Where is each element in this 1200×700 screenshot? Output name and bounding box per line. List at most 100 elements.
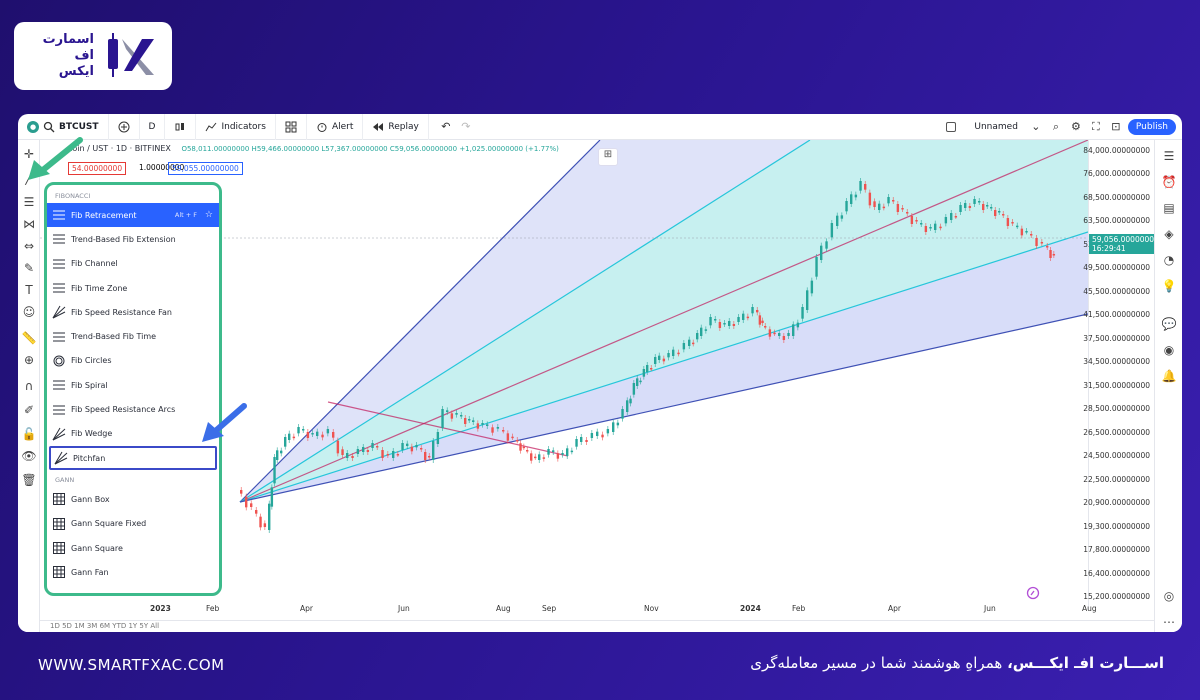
price-tick-label: 15,200.00000000 [1083,592,1150,601]
hotlist-icon[interactable]: ◔ [1161,252,1177,268]
notifications-bell-icon[interactable]: 🔔 [1161,368,1177,384]
annotation-arrow-top [28,137,83,180]
zoom-in-icon[interactable]: ⊕ [21,352,37,368]
price-tick-label: 24,500.00000000 [1083,451,1150,461]
gann-tools-list: Gann Box Gann Square Fixed Gann Square Gann… [47,487,219,584]
undo-icon: ↶ [441,120,451,133]
compare-button[interactable] [109,114,140,140]
buy-price-box[interactable]: 59,055.00000000 [168,162,243,175]
fib-menu-item[interactable]: Fib Channel [47,252,219,276]
publish-button[interactable]: Publish [1127,118,1176,135]
fib-wedge-icon [52,427,66,441]
fib-menu-item[interactable]: Trend-Based Fib Extension [47,227,219,251]
emoji-icon[interactable]: ☺ [21,304,37,320]
gann-menu-item-label: Gann Box [71,494,110,504]
price-tick-label: 45,500.00000000 [1083,286,1150,296]
fib-menu-item[interactable]: Fib Circles [47,349,219,373]
time-tick-label: Apr [300,604,313,613]
camera-icon[interactable]: ⊡ [1108,119,1124,135]
timeframe-buttons[interactable]: 1D 5D 1M 3M 6M YTD 1Y 5Y All [50,622,159,630]
fib-menu-item[interactable]: Fib Spiral [47,373,219,397]
gann-square-fixed-icon [53,517,65,530]
more-icon[interactable]: ⋯ [1161,614,1177,630]
reload-icon[interactable] [1026,586,1040,600]
gann-menu-item[interactable]: Gann Fan [47,560,219,584]
undo-button[interactable]: ↶ ↷ [429,114,483,140]
magnet-icon[interactable]: ∩ [21,378,37,394]
time-tick-label: Jun [398,604,410,613]
current-price-value: 59,056.00000000 [1092,235,1159,244]
left-drawing-toolbar: ✛ ╱ ☰ ⋈ ⇔ ✎ T ☺ 📏 ⊕ ∩ ✐ 🔓 👁 🗑 [18,140,40,632]
settings-gear-icon[interactable]: ⚙ [1068,119,1084,135]
indicators-button[interactable]: Indicators [196,114,276,140]
price-tick-label: 49,500.00000000 [1083,263,1150,273]
replay-button[interactable]: Replay [363,114,429,140]
logo-line-3: ایکس [58,64,94,79]
fib-menu-item[interactable]: Fib Speed Resistance Arcs [47,397,219,421]
fib-time-zone-icon [53,283,65,293]
eye-icon[interactable]: 👁 [21,448,37,464]
layers-icon[interactable]: ◈ [1161,226,1177,242]
timeframe-strip[interactable]: 1D 5D 1M 3M 6M YTD 1Y 5Y All [40,620,1154,632]
ideas-lightbulb-icon[interactable]: 💡 [1161,278,1177,294]
ruler-icon[interactable]: 📏 [21,330,37,346]
fib-speed-fan-icon [52,306,66,319]
fib-menu-item-label: Pitchfan [73,453,106,463]
favorite-star-icon[interactable]: ☆ [205,210,213,220]
lock-icon[interactable]: 🔓 [21,426,37,442]
quick-search-icon[interactable]: ⌕ [1048,119,1064,135]
user-avatar-icon[interactable]: ● [27,120,39,133]
interval-button[interactable]: D [140,114,166,140]
gann-menu-item[interactable]: Gann Square [47,536,219,560]
fib-menu-item[interactable]: Fib Wedge [47,422,219,446]
fib-menu-item[interactable]: Fib Retracement Alt + F ☆ [47,203,219,228]
object-tree-icon: ⊞ [603,149,613,160]
gann-menu-item[interactable]: Gann Square Fixed [47,512,219,536]
right-sidebar: ☰ ⏰ ▤ ◈ ◔ 💡 💬 ◉ 🔔 ◎ ⋯ [1154,140,1182,632]
time-axis[interactable]: 2023 Feb Apr Jun Aug Sep Nov 2024 Feb Apr Jun Aug [40,600,1097,618]
price-axis[interactable]: 84,000.00000000 76,000.00000000 68,500.000… [1083,140,1159,610]
object-tree-button[interactable]: ⊞ [598,148,618,166]
streams-icon[interactable]: ◉ [1161,342,1177,358]
fib-menu-item[interactable]: Trend-Based Fib Time [47,324,219,348]
alerts-clock-icon[interactable]: ⏰ [1161,174,1177,190]
chart-type-button[interactable] [165,114,197,140]
prediction-icon[interactable]: ⇔ [21,238,37,254]
fib-menu-item[interactable]: Fib Speed Resistance Fan [47,300,219,324]
website-url[interactable]: WWW.SMARTFXAC.COM [38,656,225,674]
brush-icon[interactable]: ✎ [21,260,37,276]
fib-section-heading: FIBONACCI [55,192,91,200]
price-tick-label: 84,000.00000000 [1083,146,1150,155]
alert-button[interactable]: Alert [307,114,364,140]
templates-button[interactable] [276,114,307,140]
fib-extension-icon [53,234,65,244]
fib-tools-list: Fib Retracement Alt + F ☆ Trend-Based Fib E… [47,203,219,471]
text-icon[interactable]: T [21,282,37,298]
lock-drawing-icon[interactable]: ✐ [21,402,37,418]
gann-menu-item[interactable]: Gann Box [47,487,219,511]
fib-menu-item[interactable]: Pitchfan [49,445,217,471]
time-tick-label: Jun [984,604,996,613]
patterns-icon[interactable]: ⋈ [21,216,37,232]
brand-logo-card: اسمارت اف ایکس [14,22,172,90]
gann-section-heading: GANN [55,476,75,485]
fib-arcs-icon [53,405,65,415]
chat-icon[interactable]: 💬 [1161,316,1177,332]
fib-menu-item-label: Fib Wedge [71,429,113,439]
chevron-down-icon[interactable]: ⌄ [1028,119,1044,135]
help-target-icon[interactable]: ◎ [1161,588,1177,604]
trash-icon[interactable]: 🗑 [21,472,37,488]
watchlist-icon[interactable]: ☰ [1161,148,1177,164]
ohlc-values: O58,011.00000000 H59,466.00000000 L57,36… [181,145,559,153]
fullscreen-icon[interactable]: ⛶ [1088,119,1104,135]
gann-box-icon [53,493,65,506]
layout-name[interactable]: Unnamed [974,122,1018,132]
data-window-icon[interactable]: ▤ [1161,200,1177,216]
gann-fan-icon [53,566,65,579]
redo-icon[interactable]: ↷ [458,119,474,135]
price-tick-label: 63,500.00000000 [1083,216,1150,226]
fib-tools-icon[interactable]: ☰ [21,194,37,210]
layout-checkbox-icon[interactable] [946,121,957,132]
footer-tagline-text: همراهِ هوشمند شما در مسیر معامله‌گری [750,654,1008,672]
fib-menu-item[interactable]: Fib Time Zone [47,276,219,300]
